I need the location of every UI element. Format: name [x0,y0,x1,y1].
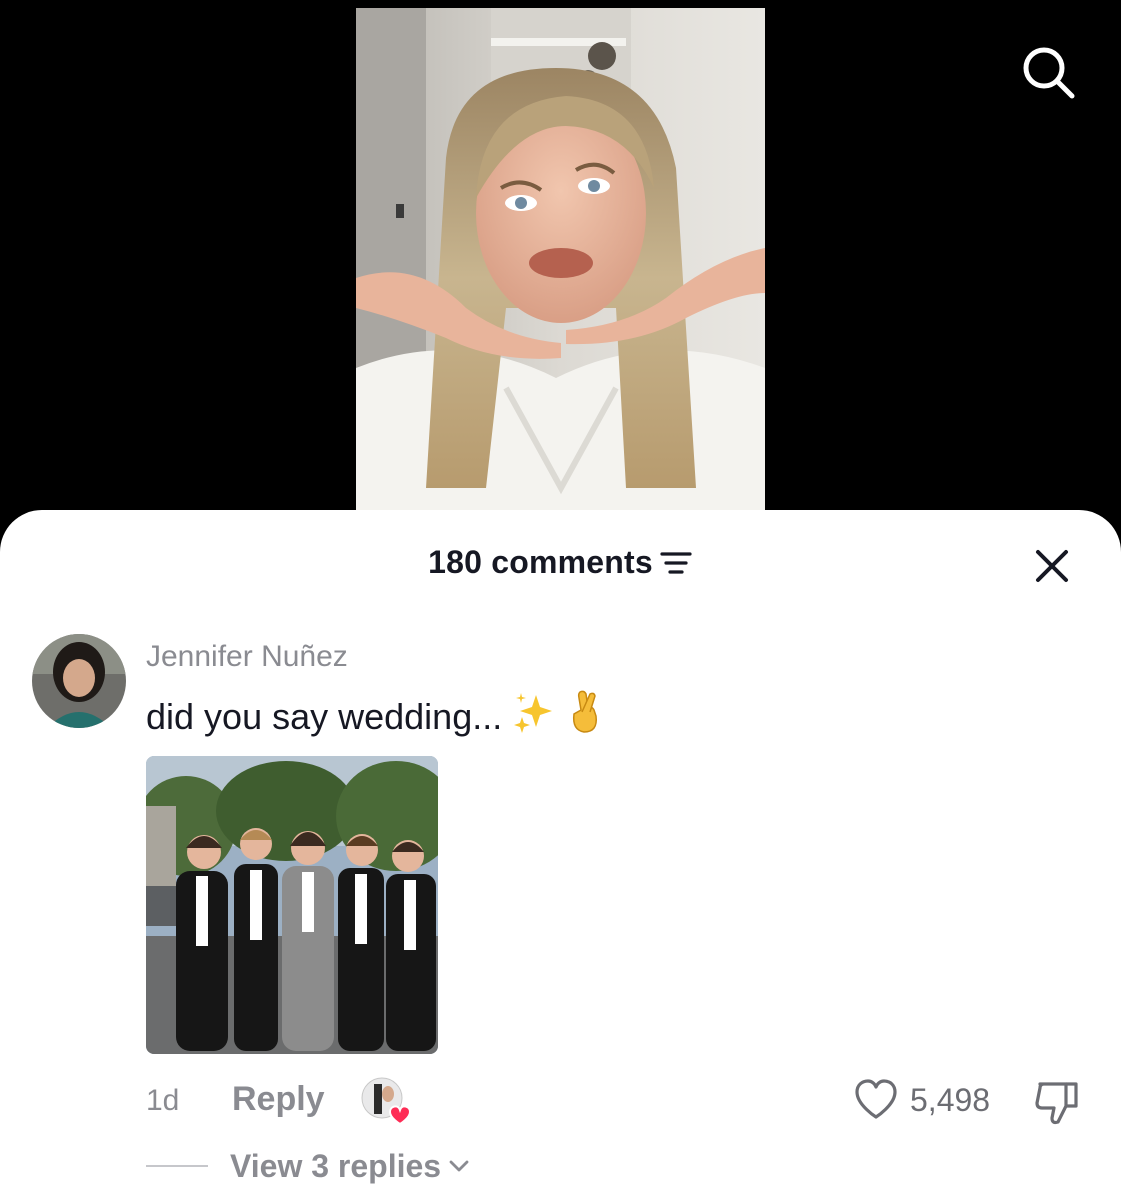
comment-text: did you say wedding... [146,695,503,737]
thumbs-down-icon [1035,1082,1078,1125]
sparkles-emoji [512,691,554,742]
close-comments-button[interactable] [1032,546,1072,586]
view-replies-label: View 3 replies [230,1147,442,1184]
search-button[interactable] [1016,40,1080,104]
comment-attached-photo[interactable] [146,756,438,1054]
like-count: 5,498 [910,1082,991,1118]
crossed-fingers-icon [573,690,598,733]
heart-outline-icon [855,1079,897,1119]
chevron-down-icon [449,1160,469,1172]
sort-comments-button[interactable]: 180 comments [428,544,693,581]
comment-actions-row: 1d Reply 5,498 [0,1076,1121,1126]
search-icon [1023,47,1075,99]
commenter-username[interactable]: Jennifer Nuñez [146,640,348,674]
crossed-fingers-emoji [564,690,604,743]
video-frame-image [356,8,765,510]
dislike-button[interactable] [1032,1078,1082,1128]
reply-button[interactable]: Reply [232,1080,325,1119]
comment-count: 180 comments [428,544,653,580]
comment-age: 1d [146,1084,180,1117]
attached-photo-image [146,756,438,1054]
creator-liked-heart-icon [388,1105,412,1126]
comments-sheet: 180 comments Jennifer Nuñez did you say … [0,510,1121,1200]
avatar-image [32,634,126,728]
tiktok-comments-screen: 180 comments Jennifer Nuñez did you say … [0,0,1121,1200]
like-button[interactable] [852,1076,900,1124]
replies-divider [146,1165,208,1167]
view-replies-button[interactable]: View 3 replies [146,1146,471,1186]
sparkles-icon [514,693,553,733]
creator-avatar-icon [361,1077,412,1126]
video-preview[interactable] [356,8,765,510]
commenter-avatar[interactable] [32,634,126,728]
creator-liked-badge [360,1076,416,1126]
comment-body: did you say wedding... [146,690,604,743]
sort-filter-icon [660,551,692,574]
comments-header: 180 comments [0,544,1121,588]
close-icon [1036,550,1068,582]
